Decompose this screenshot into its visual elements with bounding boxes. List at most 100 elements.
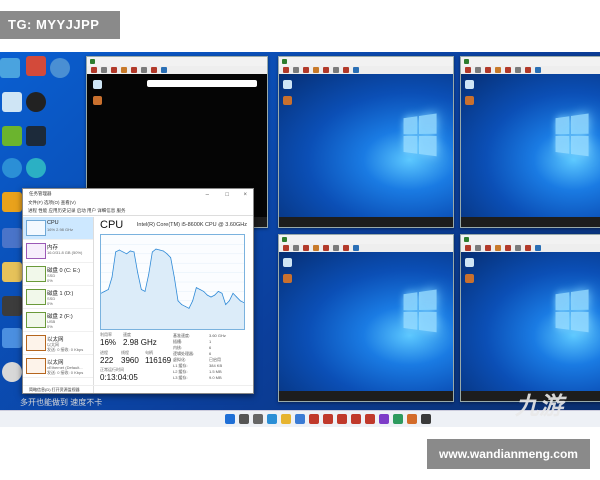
desktop-icon-app[interactable]	[2, 228, 22, 248]
vm-titlebar[interactable]	[461, 235, 600, 244]
cpu-data-point	[228, 300, 230, 302]
app-icon[interactable]	[393, 414, 403, 424]
jiuyou-logo: 九游	[515, 392, 563, 420]
vm-screen[interactable]	[461, 252, 600, 391]
task-manager-window[interactable]: 任务管理器 – □ × 文件(F) 选项(O) 查看(V) 进程 性能 应用历史…	[22, 188, 254, 394]
sidebar-item-sub2: 0%	[47, 278, 53, 283]
vm-window-4[interactable]	[278, 234, 454, 402]
app-icon[interactable]	[283, 96, 292, 105]
vm-titlebar[interactable]	[87, 57, 267, 66]
cpu-data-point	[192, 300, 194, 302]
recycle-bin-icon[interactable]	[465, 258, 474, 267]
recycle-bin-icon[interactable]	[465, 80, 474, 89]
cpu-data-point	[166, 253, 168, 255]
vmware-icon[interactable]	[365, 414, 375, 424]
minimize-button[interactable]: –	[206, 190, 209, 200]
desktop-icon-edge[interactable]	[2, 158, 22, 178]
search-icon[interactable]	[239, 414, 249, 424]
desktop-icon-app[interactable]	[2, 296, 22, 316]
cpu-data-point	[126, 253, 128, 255]
cpu-data-point	[188, 307, 190, 309]
vm-screen[interactable]	[279, 252, 453, 391]
task-manager-title: 任务管理器	[29, 191, 52, 196]
cpu-data-point	[214, 294, 216, 296]
app-icon[interactable]	[421, 414, 431, 424]
explorer-icon[interactable]	[281, 414, 291, 424]
sidebar-item-disk-0[interactable]: 磁盘 0 (C: E:) SSD 0%	[23, 263, 93, 286]
windows-logo	[403, 113, 439, 159]
recycle-bin-icon[interactable]	[283, 258, 292, 267]
sidebar-item-sub2: 0%	[47, 301, 53, 306]
disk-thumbnail	[26, 312, 46, 328]
cpu-data-point	[115, 251, 117, 253]
app-icon[interactable]	[465, 96, 474, 105]
app-icon[interactable]	[93, 96, 102, 105]
sidebar-item-ethernet[interactable]: 以太网 以太网 发送: 0 接收: 0 Kbps	[23, 332, 93, 355]
desktop-icon-app[interactable]	[2, 328, 22, 348]
detail-value: 3.60 GHz	[209, 333, 226, 338]
vmware-icon[interactable]	[323, 414, 333, 424]
sidebar-item-sub2: 0%	[47, 324, 53, 329]
windows-logo	[403, 289, 439, 335]
vm-window-3[interactable]	[460, 56, 600, 228]
app-icon[interactable]	[283, 274, 292, 283]
windows-logo	[555, 113, 591, 159]
desktop-icon-app[interactable]	[2, 362, 22, 382]
recycle-bin-icon[interactable]	[93, 80, 102, 89]
cpu-data-point	[173, 276, 175, 278]
tab-bar[interactable]: 进程 性能 应用历史记录 启动 用户 详细信息 服务	[23, 207, 253, 216]
vmware-icon[interactable]	[337, 414, 347, 424]
desktop-icon-recycle[interactable]	[2, 92, 22, 112]
menu-bar[interactable]: 文件(F) 选项(O) 查看(V)	[23, 199, 253, 207]
desktop-icon-app[interactable]	[26, 56, 46, 76]
desktop-icon-computer[interactable]	[0, 58, 20, 78]
ethernet-thumbnail	[26, 358, 46, 374]
vm-window-5[interactable]	[460, 234, 600, 402]
vmware-icon[interactable]	[351, 414, 361, 424]
sidebar-item-cpu[interactable]: CPU 16% 2.98 GHz	[23, 217, 93, 240]
app-icon[interactable]	[465, 274, 474, 283]
desktop-icon-terminal[interactable]	[26, 126, 46, 146]
task-manager-titlebar[interactable]: 任务管理器 – □ ×	[23, 189, 253, 199]
cpu-data-point	[151, 251, 153, 253]
handles-value: 116169	[145, 356, 172, 365]
vm-titlebar[interactable]	[461, 57, 600, 66]
desktop-icon-nvidia[interactable]	[2, 126, 22, 146]
sidebar-item-disk-2[interactable]: 磁盘 2 (F:) USB 0%	[23, 309, 93, 332]
desktop-icon-app[interactable]	[2, 262, 22, 282]
task-manager-footer[interactable]: 简略信息(D) 打开资源监视器	[23, 385, 253, 393]
close-button[interactable]: ×	[243, 190, 247, 200]
sidebar-item-ethernet[interactable]: 以太网 vEthernet (Default... 发送: 0 接收: 0 Kb…	[23, 355, 93, 378]
maximize-button[interactable]: □	[225, 190, 229, 200]
app-icon[interactable]	[379, 414, 389, 424]
vm-screen[interactable]	[461, 74, 600, 217]
cpu-data-point	[184, 306, 186, 307]
app-icon[interactable]	[407, 414, 417, 424]
cpu-data-point	[118, 249, 120, 251]
cpu-data-point	[232, 292, 234, 294]
sidebar-item-memory[interactable]: 内存 16.0/31.8 GB (50%)	[23, 240, 93, 263]
edge-icon[interactable]	[267, 414, 277, 424]
detail-key: L3 缓存:	[173, 375, 188, 380]
sidebar-item-sub2: 发送: 0 接收: 0 Kbps	[47, 347, 84, 352]
address-bar[interactable]	[147, 80, 257, 87]
desktop-icon-app[interactable]	[50, 58, 70, 78]
windows-icon[interactable]	[225, 414, 235, 424]
store-icon[interactable]	[295, 414, 305, 424]
cpu-data-point	[159, 249, 161, 251]
taskview-icon[interactable]	[253, 414, 263, 424]
desktop-icon-app[interactable]	[26, 158, 46, 178]
desktop-icon-qq[interactable]	[26, 92, 46, 112]
vm-taskbar	[279, 391, 453, 401]
vm-titlebar[interactable]	[279, 235, 453, 244]
vm-titlebar[interactable]	[279, 57, 453, 66]
recycle-bin-icon[interactable]	[283, 80, 292, 89]
vm-screen[interactable]	[279, 74, 453, 217]
cpu-data-point	[170, 257, 172, 258]
sidebar-item-sub2: 发送: 0 接收: 0 Kbps	[47, 370, 84, 375]
desktop-icon-app[interactable]	[2, 192, 22, 212]
sidebar-item-disk-1[interactable]: 磁盘 1 (D:) SSD 0%	[23, 286, 93, 309]
vmware-icon[interactable]	[309, 414, 319, 424]
vm-window-2[interactable]	[278, 56, 454, 228]
sidebar-item-sub: 16% 2.98 GHz	[47, 227, 74, 232]
